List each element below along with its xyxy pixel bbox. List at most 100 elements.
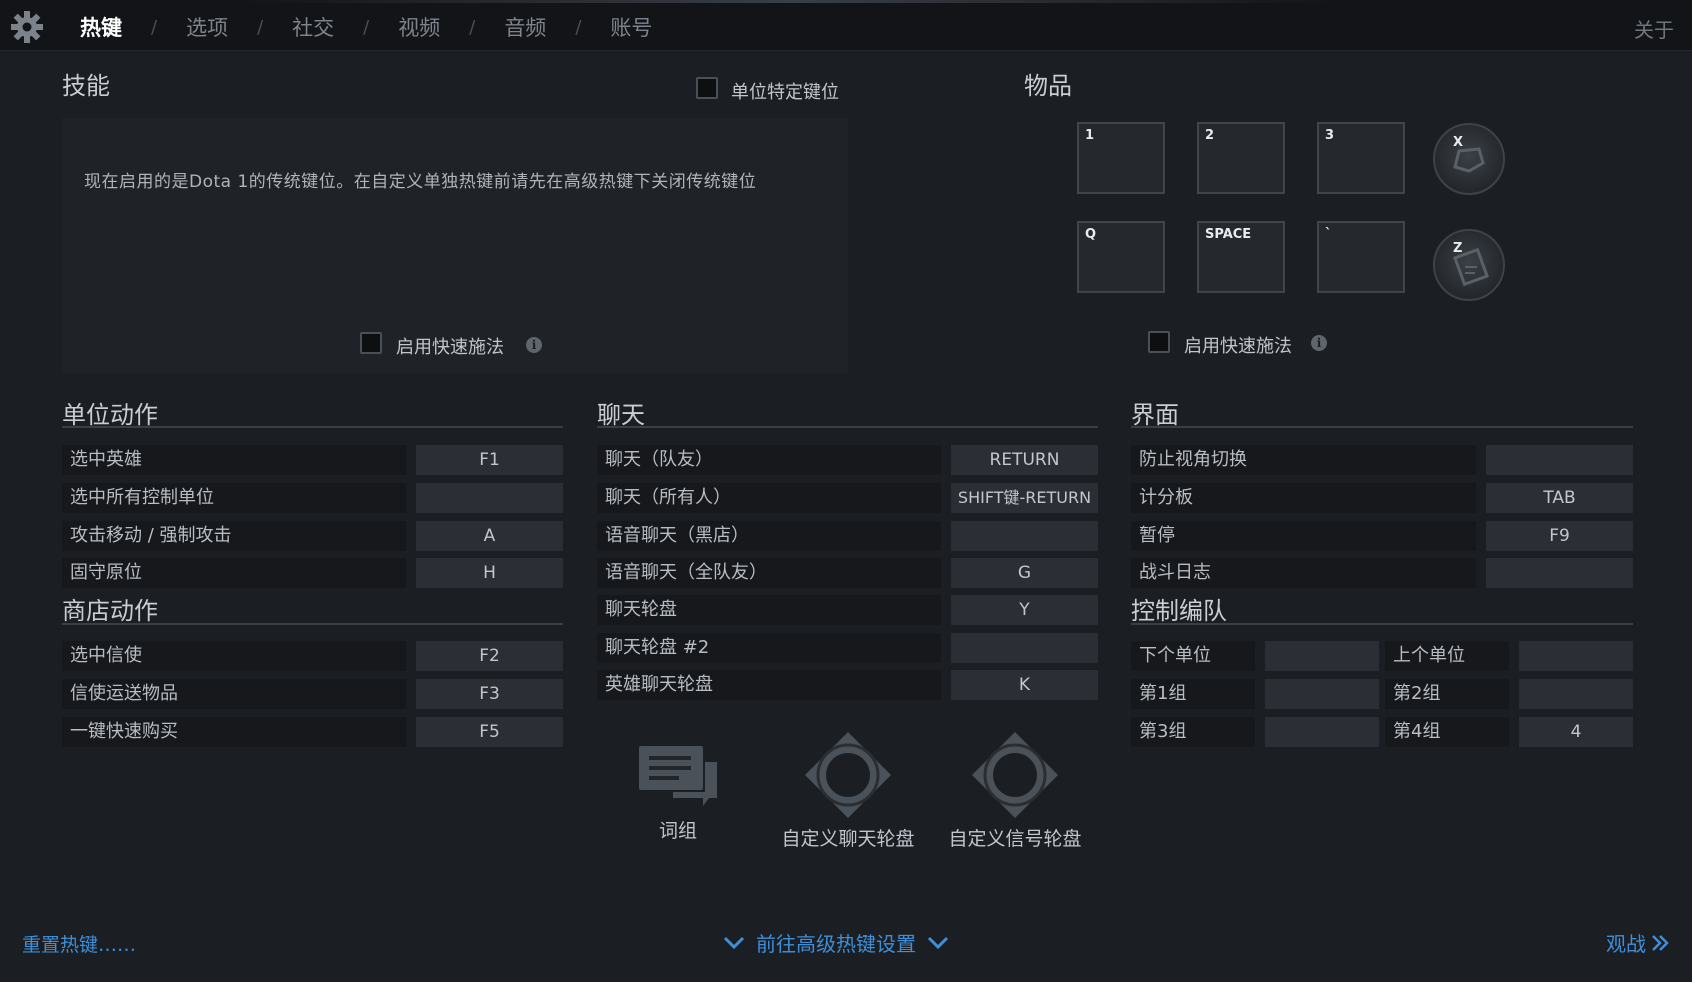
hotkey-row: 战斗日志 bbox=[1131, 558, 1633, 588]
settings-tabs: 热键 / 选项 / 社交 / 视频 / 音频 / 账号 bbox=[80, 12, 652, 42]
chevron-down-icon bbox=[927, 936, 949, 949]
hotkey-label: 信使运送物品 bbox=[62, 679, 406, 709]
hotkey-binding[interactable]: 4 bbox=[1519, 717, 1633, 747]
hotkey-binding[interactable] bbox=[1265, 641, 1379, 671]
hotkey-row: 选中所有控制单位 bbox=[62, 483, 563, 513]
hotkey-binding[interactable]: F5 bbox=[416, 717, 563, 747]
hotkey-binding[interactable] bbox=[951, 521, 1098, 551]
hotkey-binding[interactable] bbox=[416, 483, 563, 513]
hotkey-label: 第2组 bbox=[1385, 679, 1509, 709]
hotkey-row: 暂停 F9 bbox=[1131, 521, 1633, 551]
item-slot-key: ` bbox=[1325, 227, 1332, 242]
hotkey-binding[interactable]: F1 bbox=[416, 445, 563, 475]
hotkey-label: 选中英雄 bbox=[62, 445, 406, 475]
hotkey-label: 聊天轮盘 #2 bbox=[597, 633, 941, 663]
advanced-hotkeys-link[interactable]: 前往高级热键设置 bbox=[722, 928, 950, 957]
scroll-slot[interactable]: Z bbox=[1433, 229, 1505, 301]
info-icon[interactable]: i bbox=[526, 337, 542, 353]
hotkey-binding[interactable] bbox=[1265, 679, 1379, 709]
hotkey-label: 第1组 bbox=[1131, 679, 1255, 709]
tab-audio[interactable]: 音频 bbox=[504, 12, 546, 42]
tab-hotkeys[interactable]: 热键 bbox=[80, 12, 122, 42]
items-quickcast-label: 启用快速施法 bbox=[1184, 336, 1292, 357]
custom-signal-wheel-button[interactable]: 自定义信号轮盘 bbox=[935, 730, 1095, 851]
hotkey-binding[interactable]: K bbox=[951, 670, 1098, 700]
items-quickcast-checkbox[interactable] bbox=[1148, 331, 1170, 353]
hotkey-binding[interactable]: TAB bbox=[1486, 483, 1633, 513]
item-slot-2[interactable]: 2 bbox=[1197, 122, 1285, 194]
unit-actions-title: 单位动作 bbox=[62, 401, 158, 429]
hotkey-row: 语音聊天（黑店） bbox=[597, 521, 1098, 551]
hotkey-binding[interactable]: F3 bbox=[416, 679, 563, 709]
custom-chat-wheel-button[interactable]: 自定义聊天轮盘 bbox=[768, 730, 928, 851]
item-slot-3[interactable]: 3 bbox=[1317, 122, 1405, 194]
custom-signal-wheel-label: 自定义信号轮盘 bbox=[948, 828, 1082, 850]
tab-account[interactable]: 账号 bbox=[610, 12, 652, 42]
control-groups-title: 控制编队 bbox=[1131, 597, 1227, 625]
item-slot-1[interactable]: 1 bbox=[1077, 122, 1165, 194]
slot-key: X bbox=[1453, 135, 1464, 150]
hotkey-binding[interactable]: F2 bbox=[416, 641, 563, 671]
item-slot-backtick[interactable]: ` bbox=[1317, 221, 1405, 293]
tab-separator: / bbox=[469, 16, 476, 38]
hotkey-label: 第4组 bbox=[1385, 717, 1509, 747]
shop-actions-title: 商店动作 bbox=[62, 597, 158, 625]
unit-specific-checkbox[interactable] bbox=[696, 77, 718, 99]
hotkey-label: 上个单位 bbox=[1385, 641, 1509, 671]
hotkey-binding[interactable]: SHIFT键-RETURN bbox=[951, 483, 1098, 513]
info-icon[interactable]: i bbox=[1311, 335, 1327, 351]
hotkey-label: 下个单位 bbox=[1131, 641, 1255, 671]
interface-title: 界面 bbox=[1131, 401, 1179, 429]
hotkey-binding[interactable] bbox=[1486, 445, 1633, 475]
reset-hotkeys-link[interactable]: 重置热键…… bbox=[22, 930, 136, 957]
hotkey-binding[interactable]: Y bbox=[951, 595, 1098, 625]
item-slot-q[interactable]: Q bbox=[1077, 221, 1165, 293]
hotkey-binding[interactable]: H bbox=[416, 558, 563, 588]
hotkey-label: 一键快速购买 bbox=[62, 717, 406, 747]
hotkey-label: 攻击移动 / 强制攻击 bbox=[62, 521, 406, 551]
top-glow bbox=[240, 0, 1340, 3]
skills-quickcast-checkbox[interactable] bbox=[360, 332, 382, 354]
item-slot-space[interactable]: SPACE bbox=[1197, 221, 1285, 293]
tab-video[interactable]: 视频 bbox=[398, 12, 440, 42]
hotkey-label: 聊天（所有人） bbox=[597, 483, 941, 513]
hotkey-row: 信使运送物品 F3 bbox=[62, 679, 563, 709]
tab-separator: / bbox=[363, 16, 370, 38]
hotkey-binding[interactable]: A bbox=[416, 521, 563, 551]
hotkey-label: 聊天轮盘 bbox=[597, 595, 941, 625]
hotkey-label: 计分板 bbox=[1131, 483, 1476, 513]
hotkey-binding[interactable] bbox=[1486, 558, 1633, 588]
spectate-label: 观战 bbox=[1606, 932, 1646, 956]
phrases-button[interactable]: 词组 bbox=[618, 738, 738, 843]
hotkey-label: 语音聊天（全队友） bbox=[597, 558, 941, 588]
hotkey-label: 聊天（队友） bbox=[597, 445, 941, 475]
skills-title: 技能 bbox=[62, 72, 110, 100]
tab-separator: / bbox=[257, 16, 264, 38]
item-slot-key: SPACE bbox=[1205, 227, 1252, 242]
hotkey-binding[interactable] bbox=[1265, 717, 1379, 747]
slot-key: Z bbox=[1453, 241, 1463, 256]
hotkey-binding[interactable] bbox=[951, 633, 1098, 663]
about-link[interactable]: 关于 bbox=[1634, 14, 1674, 43]
skills-quickcast-label: 启用快速施法 bbox=[396, 337, 504, 358]
section-divider bbox=[1131, 426, 1633, 428]
tab-options[interactable]: 选项 bbox=[186, 12, 228, 42]
hotkey-binding[interactable]: F9 bbox=[1486, 521, 1633, 551]
item-slot-key: 2 bbox=[1205, 128, 1215, 143]
hotkey-binding[interactable]: G bbox=[951, 558, 1098, 588]
hotkey-row: 下个单位 上个单位 bbox=[1131, 641, 1633, 671]
hotkey-binding[interactable] bbox=[1519, 679, 1633, 709]
hotkey-binding[interactable]: RETURN bbox=[951, 445, 1098, 475]
hotkey-row: 语音聊天（全队友） G bbox=[597, 558, 1098, 588]
hotkey-row: 聊天轮盘 #2 bbox=[597, 633, 1098, 663]
hotkey-binding[interactable] bbox=[1519, 641, 1633, 671]
hotkey-row: 第3组 第4组 4 bbox=[1131, 717, 1633, 747]
section-divider bbox=[597, 426, 1098, 428]
tab-social[interactable]: 社交 bbox=[292, 12, 334, 42]
gear-icon[interactable] bbox=[10, 10, 44, 44]
tp-scroll-slot[interactable]: X bbox=[1433, 123, 1505, 195]
item-slot-key: 3 bbox=[1325, 128, 1335, 143]
spectate-link[interactable]: 观战 bbox=[1606, 928, 1670, 957]
legacy-keys-notice: 现在启用的是Dota 1的传统键位。在自定义单独热键前请先在高级热键下关闭传统键… bbox=[84, 172, 757, 192]
phrases-label: 词组 bbox=[658, 820, 697, 842]
